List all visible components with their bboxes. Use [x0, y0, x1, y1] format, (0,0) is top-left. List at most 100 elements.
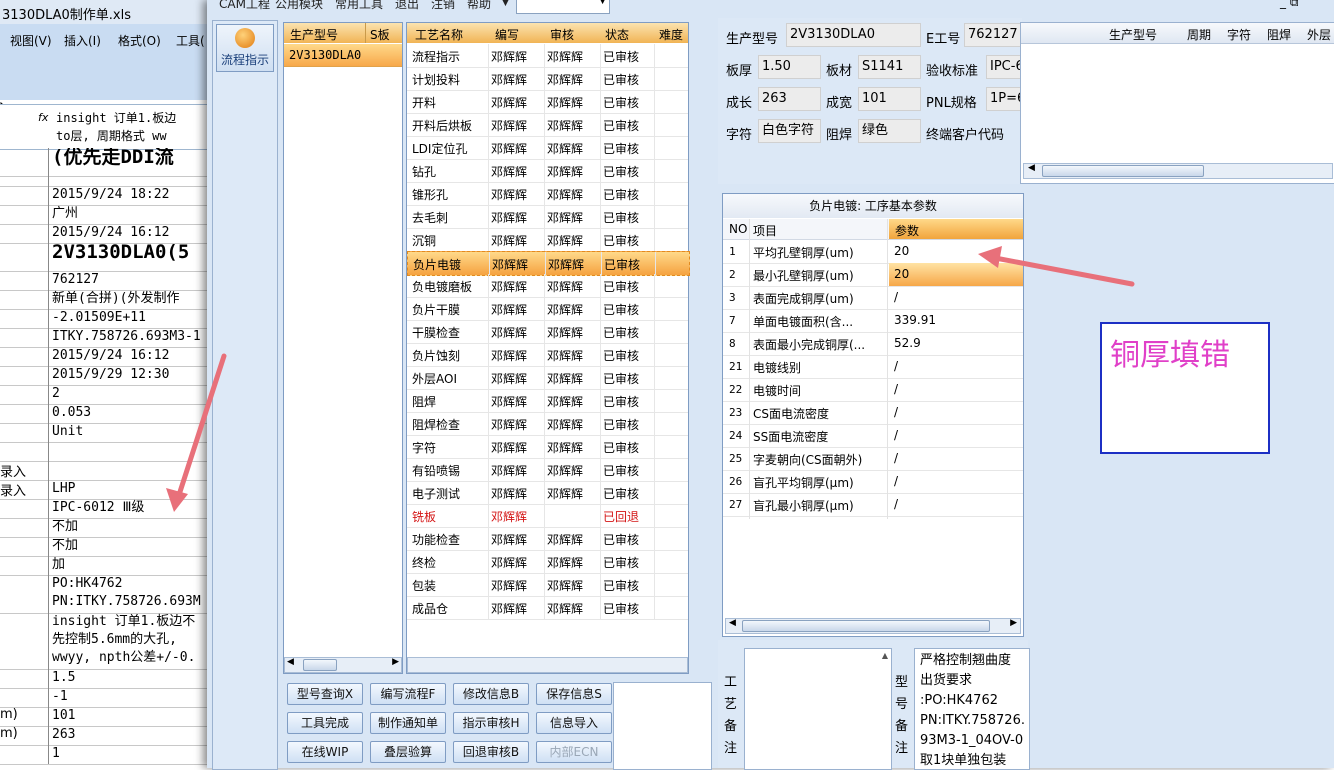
- excel-cell-b[interactable]: insight 订单1.板边不 先控制5.6mm的大孔, wwyy, npth公…: [52, 613, 215, 667]
- process-row[interactable]: 负片干膜 邓辉辉 邓辉辉 已审核: [407, 297, 688, 321]
- excel-cell-a[interactable]: [0, 575, 49, 613]
- excel-cell-a[interactable]: [0, 404, 49, 423]
- process-row[interactable]: LDI定位孔 邓辉辉 邓辉辉 已审核: [407, 136, 688, 160]
- excel-row[interactable]: 2015/9/29 12:30: [0, 366, 215, 386]
- excel-row[interactable]: m) 101: [0, 707, 215, 727]
- param-value[interactable]: 339.91: [889, 309, 1023, 332]
- excel-cell-a[interactable]: 录入: [0, 461, 49, 480]
- excel-cell-b[interactable]: 2015/9/29 12:30: [52, 366, 215, 384]
- menu-exit[interactable]: 退出: [395, 0, 419, 12]
- scroll-thumb[interactable]: [1042, 165, 1204, 177]
- excel-cell-b[interactable]: 2V3130DLA0(5: [52, 243, 215, 261]
- excel-cell-a[interactable]: [0, 366, 49, 385]
- excel-cell-b[interactable]: 不加: [52, 537, 215, 555]
- excel-row[interactable]: IPC-6012 Ⅲ级: [0, 499, 215, 519]
- width-field[interactable]: 101: [858, 87, 921, 111]
- excel-row[interactable]: insight 订单1.板边不 先控制5.6mm的大孔, wwyy, npth公…: [0, 613, 215, 670]
- excel-row[interactable]: 录入 LHP: [0, 480, 215, 500]
- process-row[interactable]: 流程指示 邓辉辉 邓辉辉 已审核: [407, 44, 688, 68]
- action-button-7[interactable]: 指示审核H: [453, 712, 529, 734]
- excel-sheet-grid[interactable]: (优先走DDI流 2015/9/24 18:22 广州 2015/9/24 16:12…: [0, 148, 215, 768]
- param-row[interactable]: 21 电镀线别 /: [723, 355, 1023, 379]
- menu-common-tools[interactable]: 常用工具: [335, 0, 383, 12]
- excel-menu-insert[interactable]: 插入(I): [64, 32, 101, 49]
- excel-cell-b[interactable]: (优先走DDI流: [52, 148, 215, 166]
- col-info-mask[interactable]: 阻焊: [1267, 26, 1291, 43]
- model-list-scrollbar[interactable]: ◀ ▶: [284, 657, 402, 673]
- col-process-name[interactable]: 工艺名称: [415, 26, 463, 43]
- excel-row[interactable]: -1: [0, 688, 215, 708]
- scroll-right-icon[interactable]: ▶: [1010, 618, 1017, 628]
- excel-cell-b[interactable]: 762127: [52, 271, 215, 289]
- action-button-1[interactable]: 型号查询X: [287, 683, 363, 705]
- excel-cell-b[interactable]: -2.01509E+11: [52, 309, 215, 327]
- production-model-field[interactable]: 2V3130DLA0: [786, 23, 921, 47]
- excel-cell-b[interactable]: -1: [52, 688, 215, 706]
- action-button-6[interactable]: 制作通知单: [370, 712, 446, 734]
- model-remark-field[interactable]: 严格控制翘曲度 出货要求 :PO:HK4762 PN:ITKY.758726.9…: [914, 648, 1030, 770]
- excel-cell-a[interactable]: [0, 309, 49, 328]
- process-remark-field[interactable]: ▲: [744, 648, 892, 770]
- excel-row[interactable]: 2015/9/24 16:12: [0, 347, 215, 367]
- excel-cell-a[interactable]: [0, 328, 49, 347]
- excel-row[interactable]: -2.01509E+11: [0, 309, 215, 329]
- excel-menu-view[interactable]: 视图(V): [10, 32, 52, 49]
- menu-common-module[interactable]: 公用模块: [275, 0, 323, 12]
- process-row[interactable]: 开料 邓辉辉 邓辉辉 已审核: [407, 90, 688, 114]
- action-button-8[interactable]: 信息导入: [536, 712, 612, 734]
- excel-cell-a[interactable]: m): [0, 726, 49, 745]
- col-status[interactable]: 状态: [605, 26, 629, 43]
- model-row[interactable]: 2V3130DLA0: [284, 44, 402, 67]
- action-button-12[interactable]: 内部ECN: [536, 741, 612, 763]
- col-s-board[interactable]: S板: [370, 26, 390, 43]
- excel-row[interactable]: 2015/9/24 16:12: [0, 224, 215, 244]
- menu-help[interactable]: 帮助: [467, 0, 491, 12]
- excel-row[interactable]: 0.053: [0, 404, 215, 424]
- scroll-up-icon[interactable]: ▲: [882, 651, 888, 660]
- scroll-right-icon[interactable]: ▶: [392, 657, 399, 667]
- excel-cell-a[interactable]: m): [0, 707, 49, 726]
- process-row[interactable]: 阻焊检查 邓辉辉 邓辉辉 已审核: [407, 412, 688, 436]
- param-value[interactable]: /: [889, 401, 1023, 424]
- param-value[interactable]: /: [889, 493, 1023, 516]
- excel-row[interactable]: 2: [0, 385, 215, 405]
- length-field[interactable]: 263: [758, 87, 821, 111]
- action-button-11[interactable]: 回退审核B: [453, 741, 529, 763]
- scroll-left-icon[interactable]: ◀: [1028, 163, 1035, 173]
- col-info-period[interactable]: 周期: [1187, 26, 1211, 43]
- param-row[interactable]: 26 盲孔平均铜厚(μm) /: [723, 470, 1023, 494]
- process-row[interactable]: 有铅喷锡 邓辉辉 邓辉辉 已审核: [407, 458, 688, 482]
- excel-cell-a[interactable]: [0, 669, 49, 688]
- excel-row[interactable]: Unit: [0, 423, 215, 443]
- process-row[interactable]: 包装 邓辉辉 邓辉辉 已审核: [407, 573, 688, 597]
- formula-bar[interactable]: fx insight 订单1.板边 to层, 周期格式 ww: [0, 104, 215, 150]
- process-row[interactable]: 电子测试 邓辉辉 邓辉辉 已审核: [407, 481, 688, 505]
- excel-row[interactable]: 新单(合拼)(外发制作: [0, 290, 215, 310]
- param-row[interactable]: 3 表面完成铜厚(um) /: [723, 286, 1023, 310]
- param-value[interactable]: /: [889, 355, 1023, 378]
- menu-logout[interactable]: 注销: [431, 0, 455, 12]
- param-row[interactable]: 27 盲孔最小铜厚(μm) /: [723, 493, 1023, 517]
- excel-cell-b[interactable]: PO:HK4762 PN:ITKY.758726.693M: [52, 575, 215, 611]
- char-field[interactable]: 白色字符: [758, 119, 821, 143]
- excel-row[interactable]: 2015/9/24 18:22: [0, 186, 215, 206]
- excel-cell-a[interactable]: [0, 537, 49, 556]
- process-row[interactable]: 开料后烘板 邓辉辉 邓辉辉 已审核: [407, 113, 688, 137]
- excel-row[interactable]: 1.5: [0, 669, 215, 689]
- excel-cell-b[interactable]: 0.053: [52, 404, 215, 422]
- param-value[interactable]: /: [889, 286, 1023, 309]
- excel-cell-a[interactable]: [0, 271, 49, 290]
- param-value[interactable]: 20: [889, 263, 1023, 286]
- excel-row[interactable]: 2V3130DLA0(5: [0, 243, 215, 272]
- col-value[interactable]: 参数: [895, 222, 919, 239]
- param-value[interactable]: /: [889, 378, 1023, 401]
- excel-cell-b[interactable]: 2015/9/24 16:12: [52, 347, 215, 365]
- param-value[interactable]: 20: [889, 240, 1023, 263]
- excel-cell-a[interactable]: [0, 385, 49, 404]
- excel-cell-b[interactable]: ITKY.758726.693M3-1: [52, 328, 215, 346]
- standard-field[interactable]: IPC-6: [986, 55, 1023, 79]
- excel-cell-a[interactable]: [0, 290, 49, 309]
- excel-cell-b[interactable]: 广州: [52, 205, 215, 223]
- excel-cell-a[interactable]: [0, 423, 49, 442]
- scroll-left-icon[interactable]: ◀: [729, 618, 736, 628]
